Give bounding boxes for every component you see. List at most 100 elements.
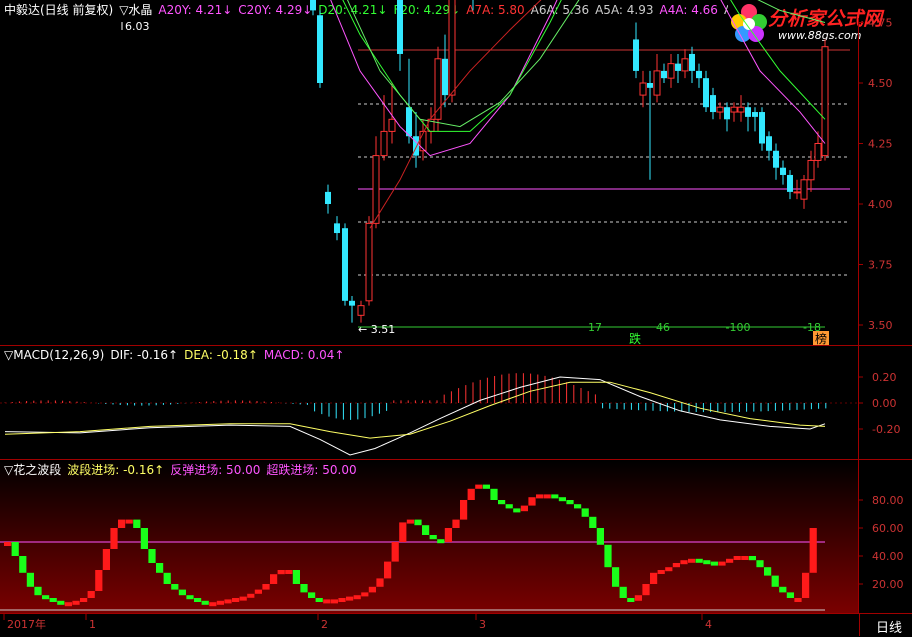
wave-bar	[209, 602, 217, 607]
signal-number: 17	[588, 321, 602, 334]
wave-bar	[680, 560, 688, 565]
wave-bar	[346, 596, 354, 601]
candle-body	[681, 58, 689, 72]
wave-bar	[201, 600, 209, 605]
wave-bar	[429, 535, 437, 540]
candle-body	[737, 106, 745, 113]
wave-bar	[216, 600, 224, 605]
candle-body	[814, 143, 822, 161]
wave-panel	[0, 460, 858, 613]
wave-bar	[505, 504, 513, 509]
wave-bar	[520, 505, 528, 512]
wave-header: ▽花之波段 波段进场: -0.16↑ 反弹进场: 50.00 超跌进场: 50.00	[4, 462, 363, 478]
rebound-entry: 反弹进场: 50.00	[170, 463, 261, 477]
wave-bar	[57, 600, 65, 605]
wave-bar	[330, 599, 338, 604]
candle-body	[639, 82, 647, 96]
wave-bar	[422, 525, 430, 535]
wave-bar	[490, 488, 498, 500]
wave-bar	[650, 572, 658, 584]
wave-bar	[391, 542, 399, 562]
wave-bar	[612, 567, 620, 587]
right-axis: 5.755.505.255.004.754.504.254.003.753.50…	[858, 17, 904, 591]
wave-bar	[498, 500, 506, 505]
wave-bar	[4, 542, 12, 546]
signal-die-label: 跌	[629, 331, 641, 346]
wave-bar	[292, 570, 300, 584]
wave-bar	[634, 595, 642, 601]
candle-body	[388, 118, 396, 132]
candle-body	[716, 106, 724, 113]
period-button[interactable]: 日线	[859, 614, 912, 636]
candle-body	[647, 83, 653, 88]
wave-axis-label: 40.00	[872, 550, 904, 563]
wave-bar	[140, 528, 148, 549]
candle-body	[710, 95, 716, 113]
wave-bar	[536, 494, 544, 499]
wave-bar	[102, 549, 110, 570]
macd-header: ▽MACD(12,26,9) DIF: -0.16↑ DEA: -0.18↑ MACD…	[4, 347, 350, 363]
macd-dea: DEA: -0.18↑	[184, 348, 258, 362]
wave-bar	[467, 488, 475, 500]
wave-axis-label: 60.00	[872, 522, 904, 535]
period-label: 日线	[876, 621, 903, 636]
candle-body	[357, 305, 365, 316]
macd-axis-label: 0.20	[872, 371, 897, 384]
high-price-label: 6.03	[125, 20, 150, 33]
wave-bar	[338, 598, 346, 602]
chart-canvas[interactable]: 6.03← 3.511746-100-18跌榜 5.755.505.255.00…	[0, 0, 912, 637]
candle-body	[696, 70, 702, 79]
wave-bar	[756, 560, 764, 568]
wave-bar	[566, 500, 574, 505]
wave-bar	[133, 519, 141, 528]
low-price-label: ← 3.51	[358, 323, 395, 336]
wave-bar	[194, 598, 202, 602]
macd-panel	[0, 373, 858, 456]
candle-body	[317, 15, 323, 84]
wave-bar	[695, 558, 703, 563]
wave-bar	[596, 528, 604, 545]
wave-bar	[604, 544, 612, 568]
candle-body	[310, 0, 316, 11]
wave-bar	[323, 599, 331, 604]
candle-body	[730, 106, 738, 113]
wave-bar	[710, 561, 718, 566]
wave-bar	[574, 504, 582, 509]
signal-number: 46	[656, 321, 670, 334]
candle-body	[807, 159, 815, 181]
wave-background	[0, 460, 858, 613]
candle-body	[689, 53, 695, 71]
wave-bar	[399, 522, 407, 542]
wave-bar	[475, 484, 483, 489]
wave-bar	[11, 542, 19, 556]
macd-title[interactable]: ▽MACD(12,26,9)	[4, 348, 104, 362]
time-axis: 2017年 1 2 3 4	[3, 613, 712, 631]
wave-bar	[277, 570, 285, 575]
wave-bar	[665, 567, 673, 572]
wave-bar	[118, 519, 126, 528]
wave-bar	[543, 494, 551, 499]
wave-bar	[703, 560, 711, 565]
candle-body	[793, 191, 801, 194]
wave-title[interactable]: ▽花之波段	[4, 463, 61, 477]
wave-bar	[513, 508, 521, 513]
signal-bang-label: 榜	[815, 331, 827, 346]
wave-bar	[163, 572, 171, 584]
wave-bar	[482, 484, 490, 489]
wave-bar	[254, 589, 262, 594]
wave-bar	[809, 528, 817, 573]
wave-bar	[452, 519, 460, 528]
candle-body	[821, 46, 829, 157]
candle-body	[372, 155, 380, 224]
wave-bar	[224, 599, 232, 604]
wave-bar	[414, 519, 422, 526]
macd-value: MACD: 0.04↑	[263, 348, 345, 362]
candle-body	[667, 63, 675, 79]
time-axis-label: 2017年	[7, 617, 46, 631]
wave-bar	[178, 589, 186, 596]
candle-body	[759, 112, 765, 144]
price-axis-label: 3.50	[868, 319, 893, 332]
wave-bar	[19, 556, 27, 573]
candle-body	[766, 136, 772, 151]
macd-axis-label: 0.00	[872, 397, 897, 410]
